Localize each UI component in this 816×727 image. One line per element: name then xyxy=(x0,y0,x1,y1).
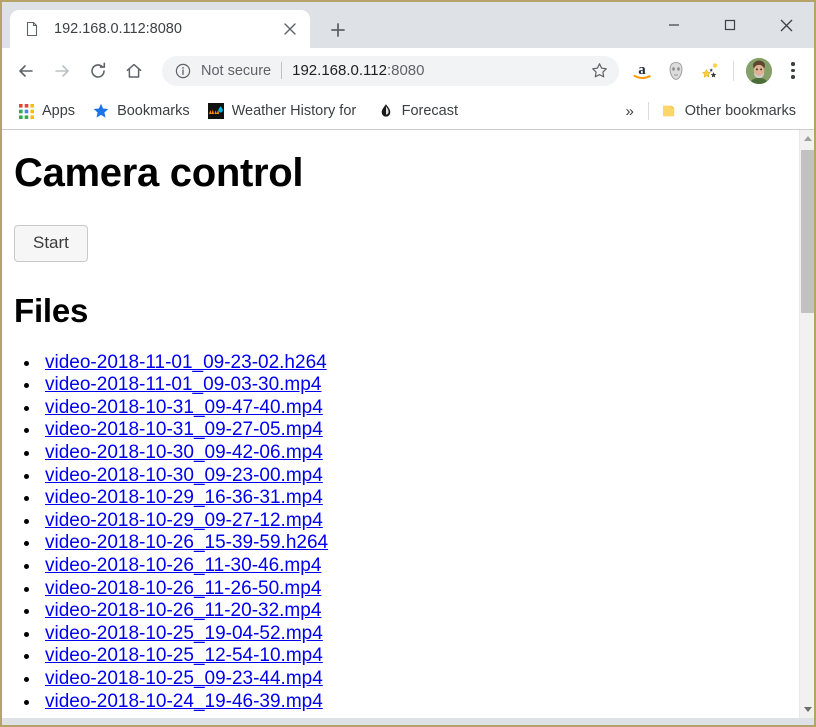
omnibox-divider xyxy=(281,62,282,79)
url-host: 192.168.0.112 xyxy=(292,62,387,79)
forward-icon xyxy=(44,53,80,89)
list-item: video-2018-10-25_12-54-10.mp4 xyxy=(41,645,791,668)
file-link[interactable]: video-2018-10-29_16-36-31.mp4 xyxy=(45,487,323,508)
browser-tab[interactable]: 192.168.0.112:8080 xyxy=(10,10,310,48)
amazon-extension-icon[interactable]: a xyxy=(627,56,657,86)
bookmark-star-icon[interactable] xyxy=(587,59,611,83)
bookmarks-bar: Apps Bookmarks Weather History for W xyxy=(2,93,814,130)
tab-strip: 192.168.0.112:8080 xyxy=(2,2,814,48)
page-title: Camera control xyxy=(14,151,791,196)
browser-toolbar: Not secure 192.168.0.112:8080 a xyxy=(2,48,814,93)
list-item: video-2018-10-29_09-27-12.mp4 xyxy=(41,510,791,533)
scroll-down-icon[interactable] xyxy=(800,701,814,718)
address-bar[interactable]: Not secure 192.168.0.112:8080 xyxy=(162,56,619,86)
list-item: video-2018-10-26_11-30-46.mp4 xyxy=(41,555,791,578)
tab-close-icon[interactable] xyxy=(278,17,302,41)
mask-extension-icon[interactable] xyxy=(661,56,691,86)
list-item: video-2018-10-26_11-26-50.mp4 xyxy=(41,578,791,601)
bookmark-label: Weather History for W xyxy=(232,103,360,119)
list-item: video-2018-10-29_16-36-31.mp4 xyxy=(41,487,791,510)
minimize-button[interactable] xyxy=(646,2,702,48)
new-tab-button[interactable] xyxy=(324,16,352,44)
bookmark-label: Forecast xyxy=(402,103,458,119)
file-link[interactable]: video-2018-10-30_09-23-00.mp4 xyxy=(45,465,323,486)
home-icon[interactable] xyxy=(116,53,152,89)
bookmarks-divider xyxy=(648,102,649,120)
files-heading: Files xyxy=(14,292,791,330)
svg-text:a: a xyxy=(638,62,646,78)
bookmark-apps[interactable]: Apps xyxy=(10,98,83,124)
file-link[interactable]: video-2018-10-31_09-27-05.mp4 xyxy=(45,419,323,440)
info-circle-icon[interactable] xyxy=(174,62,192,80)
tab-title: 192.168.0.112:8080 xyxy=(54,21,278,37)
maximize-button[interactable] xyxy=(702,2,758,48)
close-button[interactable] xyxy=(758,2,814,48)
list-item: video-2018-10-30_09-23-00.mp4 xyxy=(41,465,791,488)
profile-avatar[interactable] xyxy=(746,58,772,84)
list-item: video-2018-11-01_09-23-02.h264 xyxy=(41,352,791,375)
bookmark-forecast[interactable]: Forecast xyxy=(370,98,466,124)
file-link[interactable]: video-2018-10-26_11-30-46.mp4 xyxy=(45,555,321,576)
bookmark-label: Other bookmarks xyxy=(685,103,796,119)
list-item: video-2018-10-30_09-42-06.mp4 xyxy=(41,442,791,465)
bookmarks-overflow-icon[interactable]: » xyxy=(615,103,643,120)
list-item: video-2018-10-31_09-27-05.mp4 xyxy=(41,419,791,442)
page-viewport: Camera control Start Files video-2018-11… xyxy=(2,130,814,718)
weather-underground-icon xyxy=(208,103,224,119)
page-content: Camera control Start Files video-2018-11… xyxy=(2,130,799,718)
browser-window: 192.168.0.112:8080 xyxy=(0,0,816,727)
sparkle-extension-icon[interactable] xyxy=(695,56,725,86)
menu-dot xyxy=(791,62,795,66)
file-link[interactable]: video-2018-10-26_11-20-32.mp4 xyxy=(45,600,321,621)
file-link[interactable]: video-2018-10-25_09-23-44.mp4 xyxy=(45,668,323,689)
bookmark-label: Apps xyxy=(42,103,75,119)
page-scrollbar[interactable] xyxy=(799,130,814,718)
back-icon[interactable] xyxy=(8,53,44,89)
file-link[interactable]: video-2018-11-01_09-23-02.h264 xyxy=(45,352,327,373)
file-link[interactable]: video-2018-10-24_19-46-39.mp4 xyxy=(45,691,323,712)
file-link[interactable]: video-2018-10-25_19-04-52.mp4 xyxy=(45,623,323,644)
start-button[interactable]: Start xyxy=(14,225,88,262)
reload-icon[interactable] xyxy=(80,53,116,89)
star-icon xyxy=(93,103,109,119)
list-item: video-2018-10-25_19-04-52.mp4 xyxy=(41,623,791,646)
file-list: video-2018-11-01_09-23-02.h264 video-201… xyxy=(10,352,791,714)
droplet-icon xyxy=(378,103,394,119)
list-item: video-2018-10-26_15-39-59.h264 xyxy=(41,532,791,555)
toolbar-divider xyxy=(733,61,734,81)
document-icon xyxy=(24,21,40,37)
menu-dot xyxy=(791,69,795,73)
bookmark-label: Bookmarks xyxy=(117,103,190,119)
menu-dot xyxy=(791,75,795,79)
bookmark-bookmarks[interactable]: Bookmarks xyxy=(85,98,198,124)
list-item: video-2018-10-31_09-47-40.mp4 xyxy=(41,397,791,420)
list-item: video-2018-10-26_11-20-32.mp4 xyxy=(41,600,791,623)
file-link[interactable]: video-2018-10-26_11-26-50.mp4 xyxy=(45,578,321,599)
file-link[interactable]: video-2018-10-26_15-39-59.h264 xyxy=(45,532,328,553)
file-link[interactable]: video-2018-10-30_09-42-06.mp4 xyxy=(45,442,323,463)
bookmark-other-bookmarks[interactable]: Other bookmarks xyxy=(653,98,804,124)
scroll-up-icon[interactable] xyxy=(800,130,814,147)
folder-icon xyxy=(661,103,677,119)
scrollbar-thumb[interactable] xyxy=(801,150,814,313)
file-link[interactable]: video-2018-10-31_09-47-40.mp4 xyxy=(45,397,323,418)
url-port: :8080 xyxy=(387,62,425,79)
start-button-container: Start xyxy=(14,225,791,262)
file-link[interactable]: video-2018-11-01_09-03-30.mp4 xyxy=(45,374,321,395)
list-item: video-2018-11-01_09-03-30.mp4 xyxy=(41,374,791,397)
apps-grid-icon xyxy=(18,103,34,119)
list-item: video-2018-10-24_19-46-39.mp4 xyxy=(41,691,791,714)
security-status-label: Not secure xyxy=(201,63,271,79)
window-controls xyxy=(646,2,814,48)
bookmark-weather-history[interactable]: Weather History for W xyxy=(200,98,368,124)
url-text: 192.168.0.112:8080 xyxy=(292,62,583,79)
list-item: video-2018-10-25_09-23-44.mp4 xyxy=(41,668,791,691)
file-link[interactable]: video-2018-10-29_09-27-12.mp4 xyxy=(45,510,323,531)
chrome-menu-icon[interactable] xyxy=(778,56,808,86)
file-link[interactable]: video-2018-10-25_12-54-10.mp4 xyxy=(45,645,323,666)
